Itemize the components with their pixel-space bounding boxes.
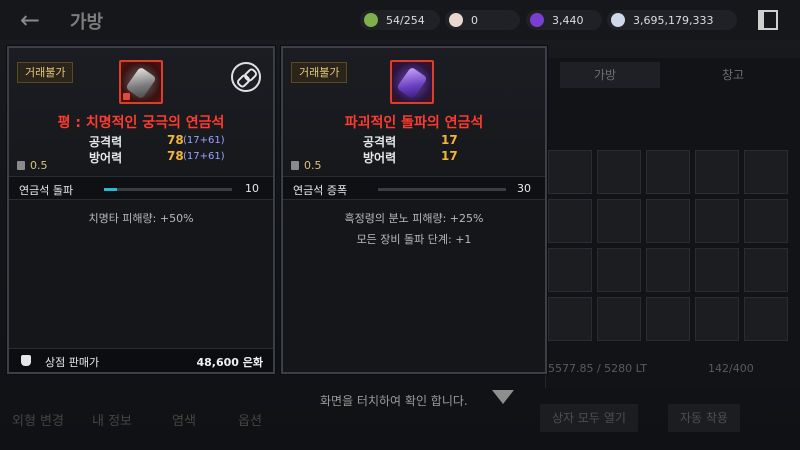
lock-icon [123, 93, 130, 100]
tab-storage[interactable]: 창고 [690, 62, 790, 88]
alchemy-stone-icon [119, 60, 163, 104]
stat-extra-attack: (17+61) [183, 135, 225, 146]
screen-title: 가방 [70, 12, 104, 33]
inventory-slot[interactable] [548, 297, 592, 341]
progress-track [104, 188, 232, 191]
inventory-slot[interactable] [646, 248, 690, 292]
inventory-slot[interactable] [744, 297, 788, 341]
inventory-count: 54/254 [360, 10, 440, 30]
back-arrow-icon[interactable]: ← [14, 6, 46, 34]
gem-icon [125, 66, 157, 100]
bar-label: 연금석 돌파 [19, 184, 74, 197]
sell-label: 상점 판매가 [45, 356, 100, 369]
slot-count-text: 142/400 [708, 362, 754, 375]
inventory-slot[interactable] [597, 297, 641, 341]
progress-fill [104, 188, 117, 191]
item-name: 파괴적인 돌파의 연금석 [344, 115, 484, 131]
money-bag-icon [21, 355, 31, 366]
inventory-slot[interactable] [646, 150, 690, 194]
gem-icon [396, 66, 428, 100]
untradable-badge: 거래불가 [291, 62, 348, 83]
purple-gem-currency: 3,440 [526, 10, 602, 30]
item-tooltip-right[interactable]: 거래불가 파괴적인 돌파의 연금석 공격력 17 방어력 17 0.5 연금석 … [281, 46, 547, 374]
inventory-slot-icon [364, 13, 378, 27]
inventory-slot[interactable] [695, 199, 739, 243]
stat-label-defense: 방어력 [89, 151, 123, 165]
progress-track [378, 188, 506, 191]
inventory-slot[interactable] [548, 199, 592, 243]
pearl-icon [449, 13, 463, 27]
weight-icon [17, 161, 25, 170]
silver-currency: 3,695,179,333 [607, 10, 737, 30]
item-weight: 0.5 [291, 159, 322, 172]
inventory-slot[interactable] [597, 150, 641, 194]
open-all-boxes-button[interactable]: 상자 모두 열기 [540, 404, 638, 432]
tab-option[interactable]: 옵션 [238, 410, 262, 429]
tab-my-info[interactable]: 내 정보 [92, 410, 132, 429]
silver-coin-icon [611, 13, 625, 27]
bag-weight: 5577.85 / 5280 LT 142/400 [548, 362, 788, 380]
inventory-grid [548, 150, 788, 350]
weight-icon [291, 161, 299, 170]
stat-extra-defense: (17+61) [183, 151, 225, 162]
alchemy-stone-icon [390, 60, 434, 104]
inventory-slot[interactable] [695, 297, 739, 341]
stat-label-attack: 공격력 [89, 135, 123, 149]
inventory-slot[interactable] [695, 150, 739, 194]
untradable-badge: 거래불가 [17, 62, 74, 83]
top-bar: ← 가방 54/254 0 3,440 3,695,179,333 [0, 0, 800, 40]
effect-text: 치명타 피해량: +50% [88, 212, 194, 225]
inventory-slot[interactable] [597, 248, 641, 292]
tap-hint-text: 화면을 터치하여 확인 합니다. [320, 394, 468, 408]
alchemy-breakthrough-row: 연금석 돌파 10 [9, 176, 273, 200]
inventory-slot[interactable] [744, 248, 788, 292]
auto-equip-button[interactable]: 자동 착용 [668, 404, 740, 432]
item-weight: 0.5 [17, 159, 48, 172]
bar-value: 10 [245, 182, 259, 195]
bar-value: 30 [517, 182, 531, 195]
stat-label-defense: 방어력 [363, 151, 397, 165]
inventory-slot[interactable] [744, 199, 788, 243]
inventory-slot[interactable] [744, 150, 788, 194]
link-button[interactable] [231, 62, 261, 92]
exit-icon[interactable] [758, 10, 778, 30]
stat-value-defense: 17 [441, 149, 458, 163]
bar-label: 연금석 증폭 [293, 184, 348, 197]
inventory-slot[interactable] [548, 248, 592, 292]
inventory-slot[interactable] [646, 297, 690, 341]
pearl-currency: 0 [445, 10, 520, 30]
tab-appearance[interactable]: 외형 변경 [12, 410, 64, 429]
chevron-down-icon [492, 390, 514, 404]
stat-value-defense: 78 [167, 149, 184, 163]
purple-gem-icon [530, 13, 544, 27]
stat-value-attack: 78 [167, 133, 184, 147]
weight-text: 5577.85 / 5280 LT [548, 362, 648, 375]
alchemy-amplify-row: 연금석 증폭 30 [283, 176, 545, 200]
inventory-slot[interactable] [646, 199, 690, 243]
inventory-slot[interactable] [548, 150, 592, 194]
stat-value-attack: 17 [441, 133, 458, 147]
effect-text-1: 흑정령의 분노 피해량: +25% [344, 212, 484, 225]
inventory-slot[interactable] [597, 199, 641, 243]
item-name: 평 : 치명적인 궁극의 연금석 [57, 115, 225, 131]
effect-text-2: 모든 장비 돌파 단계: +1 [356, 233, 472, 246]
stat-label-attack: 공격력 [363, 135, 397, 149]
tab-bag[interactable]: 가방 [560, 62, 660, 88]
sell-price: 48,600 은화 [196, 356, 263, 369]
item-tooltip-left[interactable]: 거래불가 평 : 치명적인 궁극의 연금석 공격력 78 (17+61) 방어력… [7, 46, 275, 374]
shop-sell-row: 상점 판매가 48,600 은화 [9, 348, 273, 372]
inventory-slot[interactable] [695, 248, 739, 292]
tab-dye[interactable]: 염색 [172, 410, 196, 429]
